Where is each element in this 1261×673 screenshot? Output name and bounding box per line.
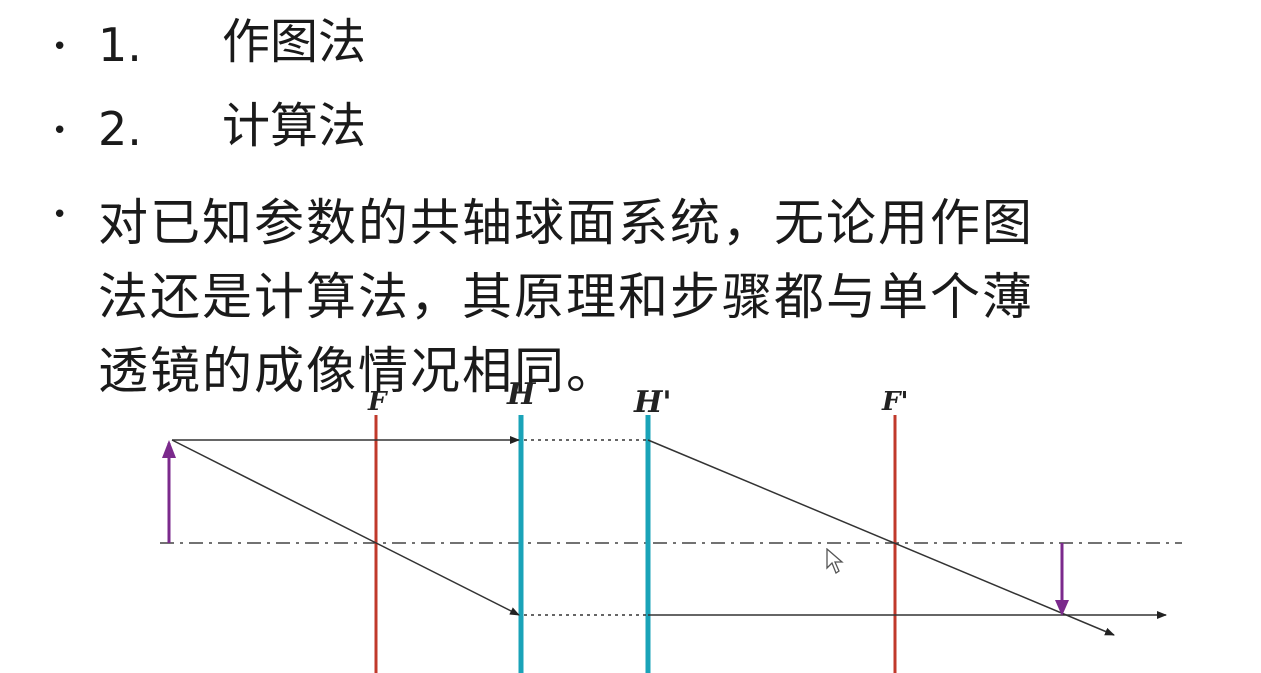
image-arrow-head — [1055, 600, 1069, 616]
label-F-prime: F' — [881, 387, 908, 417]
object-arrow-head — [162, 440, 176, 458]
ray-through-F — [171, 439, 520, 616]
label-F: F — [367, 387, 388, 417]
label-H-prime: H' — [633, 385, 672, 420]
optics-diagram: F H H' F' — [160, 377, 1182, 673]
label-H: H — [506, 377, 537, 412]
ray-through-F-prime — [647, 439, 1115, 636]
mouse-pointer-icon — [826, 548, 844, 574]
